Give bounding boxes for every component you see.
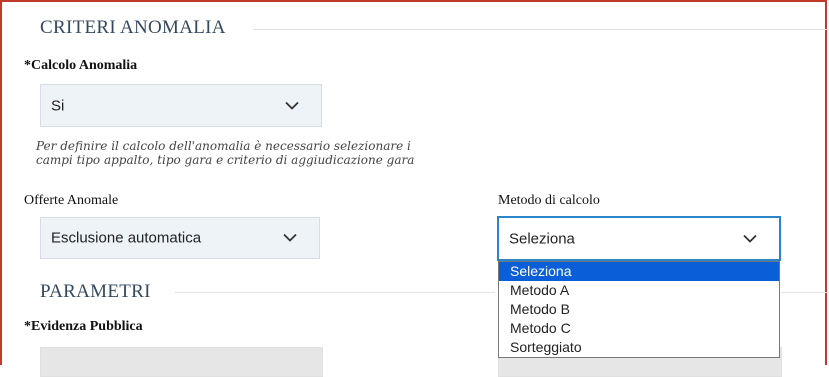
calcolo-hint-line2: campi tipo appalto, tipo gara e criterio… <box>36 153 415 167</box>
chevron-down-icon <box>283 230 297 247</box>
offerte-anomale-value: Esclusione automatica <box>51 229 202 247</box>
metodo-calcolo-label: Metodo di calcolo <box>498 193 600 208</box>
dropdown-option-metodo-a[interactable]: Metodo A <box>499 281 779 300</box>
evidenza-pubblica-select[interactable] <box>40 347 323 377</box>
metodo-calcolo-select[interactable]: Seleziona <box>497 216 781 261</box>
section-title-criteri: CRITERI ANOMALIA <box>40 17 226 38</box>
section-divider <box>781 292 829 293</box>
offerte-anomale-label: Offerte Anomale <box>24 193 119 208</box>
chevron-down-icon <box>285 97 299 114</box>
section-title-parametri: PARAMETRI <box>40 281 151 302</box>
metodo-calcolo-value: Seleziona <box>509 230 575 247</box>
calcolo-anomalia-select[interactable]: Si <box>40 84 322 127</box>
section-divider <box>253 29 829 30</box>
calcolo-anomalia-label: *Calcolo Anomalia <box>24 58 138 73</box>
dropdown-option-metodo-c[interactable]: Metodo C <box>499 319 779 338</box>
evidenza-pubblica-label: *Evidenza Pubblica <box>24 319 143 334</box>
calcolo-anomalia-value: Si <box>51 97 65 114</box>
dropdown-option-metodo-b[interactable]: Metodo B <box>499 300 779 319</box>
dropdown-option-seleziona[interactable]: Seleziona <box>499 262 779 281</box>
dropdown-option-sorteggiato[interactable]: Sorteggiato <box>499 338 779 357</box>
chevron-down-icon <box>743 230 757 247</box>
calcolo-hint-line1: Per definire il calcolo dell'anomalia è … <box>36 139 411 153</box>
section-divider <box>175 292 495 293</box>
offerte-anomale-select[interactable]: Esclusione automatica <box>40 217 320 259</box>
metodo-calcolo-dropdown[interactable]: Seleziona Metodo A Metodo B Metodo C Sor… <box>498 261 780 358</box>
